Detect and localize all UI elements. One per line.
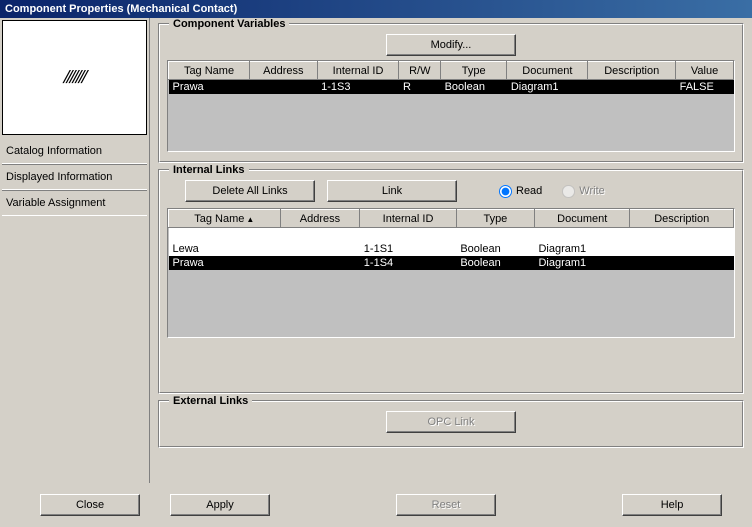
- column-header[interactable]: Description: [630, 210, 734, 228]
- table-cell: [534, 228, 630, 242]
- opc-link-button: OPC Link: [386, 411, 516, 433]
- external-links-group: External Links OPC Link: [158, 400, 744, 448]
- table-cell: 1-1S1: [360, 242, 457, 256]
- window-title: Component Properties (Mechanical Contact…: [5, 3, 237, 15]
- right-panel: Component Variables Modify... Tag NameAd…: [150, 18, 752, 483]
- table-cell: R: [399, 80, 441, 95]
- column-header[interactable]: Tag Name▲: [169, 210, 281, 228]
- table-row[interactable]: Lewa 1-1S1BooleanDiagram1: [169, 242, 734, 256]
- close-button[interactable]: Close: [40, 494, 140, 516]
- link-button[interactable]: Link: [327, 180, 457, 202]
- column-header[interactable]: Internal ID: [317, 62, 399, 80]
- table-cell: [169, 228, 281, 242]
- table-row[interactable]: Prawa 1-1S4BooleanDiagram1: [169, 256, 734, 270]
- column-header[interactable]: Internal ID: [360, 210, 457, 228]
- table-cell: Prawa: [169, 80, 250, 95]
- nav-list: Catalog Information Displayed Informatio…: [2, 139, 147, 481]
- component-variables-table[interactable]: Tag NameAddressInternal IDR/WTypeDocumen…: [167, 60, 735, 152]
- column-header[interactable]: Value: [676, 62, 734, 80]
- table-cell: 1-1S4: [360, 256, 457, 270]
- column-header[interactable]: Type: [441, 62, 507, 80]
- table-cell: Boolean: [456, 256, 534, 270]
- delete-all-links-button[interactable]: Delete All Links: [185, 180, 315, 202]
- table-cell: Diagram1: [507, 80, 588, 95]
- column-header[interactable]: Tag Name: [169, 62, 250, 80]
- write-label: Write: [579, 185, 604, 197]
- column-header[interactable]: R/W: [399, 62, 441, 80]
- component-preview: ///////: [2, 20, 147, 135]
- table-row[interactable]: Prawa 1-1S3RBooleanDiagram1 FALSE: [169, 80, 734, 95]
- table-cell: [630, 242, 734, 256]
- modify-button[interactable]: Modify...: [386, 34, 516, 56]
- left-panel: /////// Catalog Information Displayed In…: [0, 18, 150, 483]
- table-cell: FALSE: [676, 80, 734, 95]
- title-bar: Component Properties (Mechanical Contact…: [0, 0, 752, 18]
- internal-links-group: Internal Links Delete All Links Link Rea…: [158, 169, 744, 394]
- table-row[interactable]: [169, 228, 734, 242]
- table-cell: [456, 228, 534, 242]
- column-header[interactable]: Address: [280, 210, 360, 228]
- table-cell: Diagram1: [534, 242, 630, 256]
- apply-button[interactable]: Apply: [170, 494, 270, 516]
- table-cell: [280, 242, 360, 256]
- nav-variable-assignment[interactable]: Variable Assignment: [2, 190, 147, 216]
- internal-links-table[interactable]: Tag Name▲AddressInternal IDTypeDocumentD…: [167, 208, 735, 338]
- table-cell: Lewa: [169, 242, 281, 256]
- table-cell: [280, 228, 360, 242]
- table-cell: [630, 256, 734, 270]
- write-radio: Write: [562, 185, 604, 198]
- column-header[interactable]: Address: [250, 62, 318, 80]
- read-radio[interactable]: Read: [499, 185, 542, 198]
- table-cell: 1-1S3: [317, 80, 399, 95]
- internal-links-legend: Internal Links: [169, 164, 249, 176]
- nav-displayed-information[interactable]: Displayed Information: [2, 164, 147, 190]
- table-cell: [588, 80, 676, 95]
- table-cell: Prawa: [169, 256, 281, 270]
- table-cell: Boolean: [441, 80, 507, 95]
- column-header[interactable]: Type: [456, 210, 534, 228]
- column-header[interactable]: Document: [534, 210, 630, 228]
- component-variables-group: Component Variables Modify... Tag NameAd…: [158, 23, 744, 163]
- sort-asc-icon: ▲: [246, 215, 254, 224]
- column-header[interactable]: Document: [507, 62, 588, 80]
- read-radio-input[interactable]: [499, 185, 512, 198]
- write-radio-input: [562, 185, 575, 198]
- reset-button: Reset: [396, 494, 496, 516]
- table-cell: [280, 256, 360, 270]
- nav-catalog-information[interactable]: Catalog Information: [2, 139, 147, 164]
- table-cell: [250, 80, 318, 95]
- contact-symbol-icon: ///////: [61, 67, 88, 88]
- table-cell: [630, 228, 734, 242]
- column-header[interactable]: Description: [588, 62, 676, 80]
- component-variables-legend: Component Variables: [169, 18, 289, 30]
- help-button[interactable]: Help: [622, 494, 722, 516]
- read-label: Read: [516, 185, 542, 197]
- external-links-legend: External Links: [169, 395, 252, 407]
- table-cell: Boolean: [456, 242, 534, 256]
- table-cell: [360, 228, 457, 242]
- table-cell: Diagram1: [534, 256, 630, 270]
- bottom-bar: Close Apply Reset Help: [0, 483, 752, 527]
